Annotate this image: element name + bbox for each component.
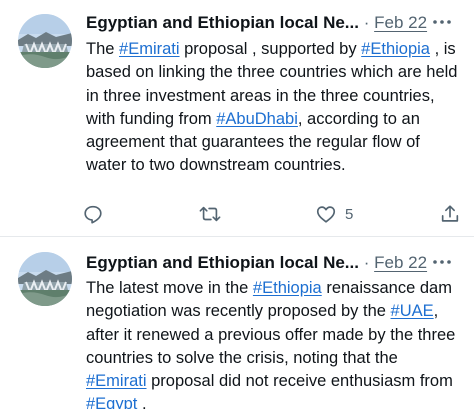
hashtag-link[interactable]: #UAE	[391, 302, 434, 320]
header-separator: ·	[363, 13, 370, 32]
tweet-date[interactable]: Feb 22	[374, 13, 427, 32]
hashtag-link[interactable]: #AbuDhabi	[216, 110, 298, 128]
hashtag-link[interactable]: #Egypt	[86, 395, 137, 409]
header-separator: ·	[363, 253, 370, 272]
text-segment: .	[137, 395, 147, 409]
avatar[interactable]	[18, 252, 72, 306]
tweet-actions: 5	[0, 200, 474, 228]
like-count: 5	[345, 205, 354, 223]
hashtag-link[interactable]: #Emirati	[119, 40, 180, 58]
tweet-date[interactable]: Feb 22	[374, 253, 427, 272]
more-horizontal-icon[interactable]	[430, 10, 454, 34]
author-name[interactable]: Egyptian and Ethiopian local Ne...	[86, 253, 359, 272]
hashtag-link[interactable]: #Ethiopia	[361, 40, 430, 58]
share-icon	[439, 203, 461, 225]
author-name[interactable]: Egyptian and Ethiopian local Ne...	[86, 13, 359, 32]
heart-icon	[315, 203, 337, 225]
more-horizontal-icon[interactable]	[430, 250, 454, 274]
tweet-header: Egyptian and Ethiopian local Ne... · Feb…	[86, 252, 458, 274]
timeline-feed: Egyptian and Ethiopian local Ne... · Feb…	[0, 0, 474, 409]
text-segment: The latest move in the	[86, 279, 253, 297]
text-segment: proposal did not receive enthusiasm from	[146, 372, 453, 391]
reply-icon	[82, 203, 104, 225]
avatar[interactable]	[18, 14, 72, 68]
text-segment: proposal , supported by	[179, 40, 362, 58]
hashtag-link[interactable]: #Ethiopia	[253, 279, 322, 297]
text-segment: The	[86, 40, 120, 58]
reply-button[interactable]	[82, 202, 104, 226]
tweet-header: Egyptian and Ethiopian local Ne... · Feb…	[86, 12, 458, 34]
tweet-card[interactable]: Egyptian and Ethiopian local Ne... · Feb…	[0, 0, 474, 236]
hashtag-link[interactable]: #Emirati	[86, 372, 147, 390]
tweet-text: The latest move in the #Ethiopia renaiss…	[86, 277, 458, 409]
tweet-card[interactable]: Egyptian and Ethiopian local Ne... · Feb…	[0, 237, 474, 409]
retweet-icon	[198, 203, 222, 225]
share-button[interactable]	[439, 202, 461, 226]
tweet-text: The #Emirati proposal , supported by #Et…	[86, 38, 458, 178]
retweet-button[interactable]	[198, 202, 222, 226]
like-button[interactable]: 5	[315, 202, 353, 226]
